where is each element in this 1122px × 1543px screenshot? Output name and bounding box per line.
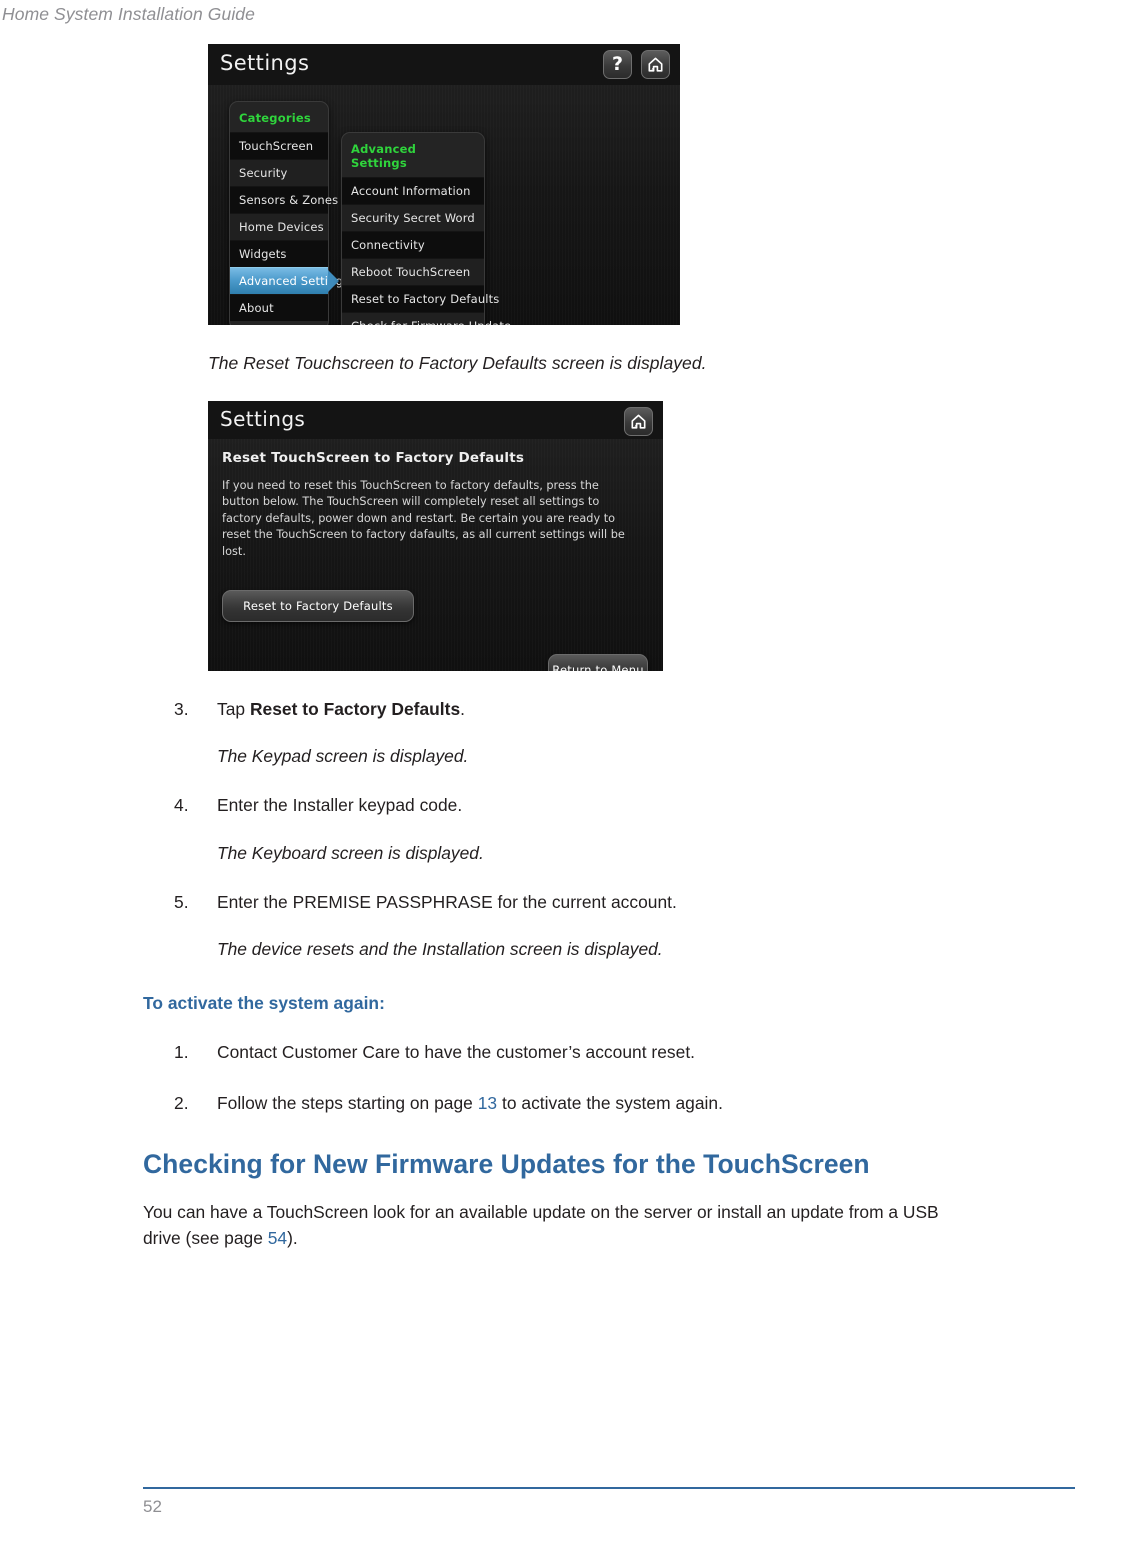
touchscreen-titlebar-2: Settings <box>208 401 663 439</box>
categories-panel-header: Categories <box>239 111 311 125</box>
advanced-item-connectivity[interactable]: Connectivity <box>342 231 484 258</box>
section-paragraph-firmware: You can have a TouchScreen look for an a… <box>143 1200 978 1251</box>
advanced-item-reboot-touchscreen[interactable]: Reboot TouchScreen <box>342 258 484 285</box>
figure-reset-to-factory-defaults-screen: Settings Reset TouchScreen to Factory De… <box>208 401 663 671</box>
titlebar-title-2: Settings <box>220 407 306 431</box>
footer-rule <box>143 1487 1075 1489</box>
step-number: 4. <box>174 795 189 816</box>
step-number: 3. <box>174 699 189 719</box>
step-number: 1. <box>174 1042 189 1063</box>
page-cross-reference[interactable]: 13 <box>478 1093 497 1113</box>
categories-panel: Categories TouchScreen Security Sensors … <box>229 101 349 325</box>
step-result-text: The Keyboard screen is displayed. <box>217 842 484 863</box>
step-text-tail: . <box>460 699 466 719</box>
reset-to-factory-defaults-button[interactable]: Reset to Factory Defaults <box>222 590 414 622</box>
subheading-activate-system: To activate the system again: <box>143 993 385 1014</box>
advanced-item-reset-to-factory-defaults[interactable]: Reset to Factory Defaults <box>342 285 499 312</box>
advanced-settings-panel: Advanced Settings Account Information Se… <box>341 132 511 325</box>
category-item-security[interactable]: Security <box>230 159 328 186</box>
step-text: Tap <box>217 699 250 719</box>
list-item: 1. Contact Customer Care to have the cust… <box>143 1041 1023 1064</box>
advanced-item-account-information[interactable]: Account Information <box>342 177 484 204</box>
reset-screen-description: If you need to reset this TouchScreen to… <box>222 479 625 558</box>
page-number: 52 <box>143 1497 162 1516</box>
page-content: Settings ? Categories TouchScreen Securi… <box>143 44 1023 1252</box>
home-icon[interactable] <box>624 407 653 436</box>
touchscreen-titlebar: Settings ? <box>208 44 680 85</box>
advanced-panel-header: Advanced Settings <box>351 142 417 170</box>
advanced-item-check-for-firmware-update[interactable]: Check for Firmware Update <box>342 312 511 325</box>
home-icon[interactable] <box>641 50 670 79</box>
touchscreen-body: Categories TouchScreen Security Sensors … <box>208 85 680 325</box>
step-result-text: The device resets and the Installation s… <box>217 939 663 960</box>
category-item-sensors-zones[interactable]: Sensors & Zones <box>230 186 338 213</box>
procedure-steps-list: 3. Tap Reset to Factory Defaults. The Key… <box>143 698 1023 960</box>
list-item: 5. Enter the PREMISE PASSPHRASE for the c… <box>143 891 1023 914</box>
list-item: 4. Enter the Installer keypad code. <box>143 794 1023 817</box>
page-cross-reference[interactable]: 54 <box>268 1228 287 1248</box>
category-item-widgets[interactable]: Widgets <box>230 240 328 267</box>
activate-steps-list: 1. Contact Customer Care to have the cust… <box>143 1041 1023 1115</box>
step-text: Enter the Installer keypad code. <box>217 795 463 816</box>
running-header: Home System Installation Guide <box>2 4 255 24</box>
step-text: Follow the steps starting on page <box>217 1092 478 1113</box>
reset-screen-heading: Reset TouchScreen to Factory Defaults <box>222 450 525 466</box>
question-mark-icon[interactable]: ? <box>603 50 632 79</box>
titlebar-title: Settings <box>220 51 310 75</box>
touchscreen-body-2: Reset TouchScreen to Factory Defaults If… <box>208 439 663 671</box>
category-item-touchscreen[interactable]: TouchScreen <box>230 132 328 159</box>
figure-settings-categories-screen: Settings ? Categories TouchScreen Securi… <box>208 44 680 325</box>
list-item: 3. Tap Reset to Factory Defaults. <box>143 698 1023 721</box>
step-text-tail: to activate the system again. <box>497 1092 723 1113</box>
step-number: 2. <box>174 1092 189 1113</box>
advanced-item-security-secret-word[interactable]: Security Secret Word <box>342 204 484 231</box>
category-item-home-devices[interactable]: Home Devices <box>230 213 328 240</box>
figure-caption-reset-screen: The Reset Touchscreen to Factory Default… <box>208 353 707 373</box>
category-item-advanced-settings[interactable]: Advanced Settings <box>230 267 349 294</box>
section-heading-firmware-updates: Checking for New Firmware Updates for th… <box>143 1149 870 1180</box>
step-number: 5. <box>174 891 189 912</box>
question-mark-glyph: ? <box>611 53 624 75</box>
paragraph-text-tail: ). <box>287 1228 298 1248</box>
category-item-about[interactable]: About <box>230 294 328 321</box>
paragraph-text: You can have a TouchScreen look for an a… <box>143 1202 939 1248</box>
step-result-text: The Keypad screen is displayed. <box>217 746 469 767</box>
step-text: Contact Customer Care to have the custom… <box>217 1042 696 1063</box>
step-bold-term: Reset to Factory Defaults <box>249 699 461 719</box>
return-to-menu-button[interactable]: Return to Menu <box>548 654 648 671</box>
list-item: 2. Follow the steps starting on page 13 t… <box>143 1092 1023 1115</box>
step-text: Enter the PREMISE PASSPHRASE for the cur… <box>217 891 677 912</box>
